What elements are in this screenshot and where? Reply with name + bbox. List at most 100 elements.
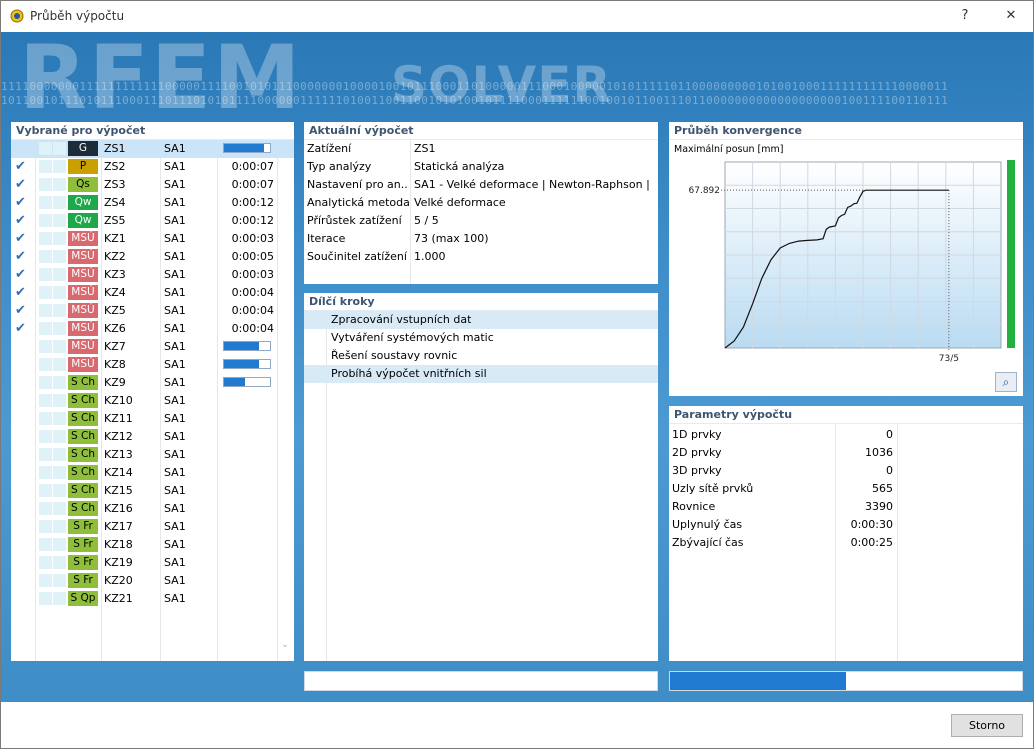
- analysis-set: SA1: [164, 592, 186, 605]
- load-name: KZ13: [104, 448, 133, 461]
- load-row[interactable]: G ZS1 SA1: [11, 140, 294, 158]
- load-row[interactable]: S Ch KZ14 SA1: [11, 464, 294, 482]
- load-row[interactable]: ✔ Qw ZS4 SA1 0:00:12: [11, 194, 294, 212]
- status-square: [53, 484, 66, 497]
- load-category-badge: MSÚ: [68, 321, 98, 336]
- storno-button[interactable]: Storno: [951, 714, 1023, 737]
- load-row[interactable]: ✔ MSÚ KZ4 SA1 0:00:04: [11, 284, 294, 302]
- load-category-badge: S Ch: [68, 375, 98, 390]
- load-progress-bar: [223, 341, 271, 351]
- load-row[interactable]: S Ch KZ16 SA1: [11, 500, 294, 518]
- load-row[interactable]: MSÚ KZ7 SA1: [11, 338, 294, 356]
- param-label: 1D prvky: [672, 428, 722, 441]
- substep-row: Vytváření systémových matic: [304, 329, 658, 347]
- analysis-set: SA1: [164, 574, 186, 587]
- calc-info-value: 1.000: [414, 250, 446, 263]
- load-time: [218, 464, 274, 482]
- close-button[interactable]: ✕: [991, 5, 1031, 27]
- load-row[interactable]: S Fr KZ17 SA1: [11, 518, 294, 536]
- load-row[interactable]: S Ch KZ13 SA1: [11, 446, 294, 464]
- status-square: [53, 232, 66, 245]
- load-time: [218, 554, 274, 572]
- status-square: [39, 160, 52, 173]
- load-category-badge: MSÚ: [68, 249, 98, 264]
- status-square: [39, 376, 52, 389]
- load-row[interactable]: ✔ MSÚ KZ2 SA1 0:00:05: [11, 248, 294, 266]
- load-row[interactable]: S Qp KZ21 SA1: [11, 590, 294, 608]
- help-button[interactable]: ?: [945, 5, 985, 27]
- load-row[interactable]: ✔ MSÚ KZ6 SA1 0:00:04: [11, 320, 294, 338]
- load-category-badge: S Fr: [68, 519, 98, 534]
- status-square: [53, 502, 66, 515]
- load-time: 0:00:05: [231, 250, 274, 263]
- status-square: [53, 142, 66, 155]
- load-row[interactable]: MSÚ KZ8 SA1: [11, 356, 294, 374]
- status-square: [53, 466, 66, 479]
- checkmark-icon: ✔: [15, 231, 26, 246]
- load-name: KZ20: [104, 574, 133, 587]
- calc-info-row: Součinitel zatížení 1.000: [304, 248, 658, 266]
- status-square: [53, 196, 66, 209]
- load-time: 0:00:12: [231, 196, 274, 209]
- load-name: KZ4: [104, 286, 126, 299]
- checkmark-icon: ✔: [15, 267, 26, 282]
- status-square: [39, 196, 52, 209]
- load-row[interactable]: ✔ MSÚ KZ3 SA1 0:00:03: [11, 266, 294, 284]
- checkmark-icon: ✔: [15, 303, 26, 318]
- load-name: KZ2: [104, 250, 126, 263]
- param-label: Zbývající čas: [672, 536, 744, 549]
- substeps-panel: Dílčí kroky Zpracování vstupních dat Vytv…: [304, 293, 658, 661]
- load-name: KZ16: [104, 502, 133, 515]
- param-value: 0: [886, 428, 893, 441]
- load-row[interactable]: S Fr KZ18 SA1: [11, 536, 294, 554]
- load-name: KZ19: [104, 556, 133, 569]
- analysis-set: SA1: [164, 214, 186, 227]
- param-row: 3D prvky 0: [669, 462, 1023, 480]
- status-square: [53, 412, 66, 425]
- load-row[interactable]: S Fr KZ20 SA1: [11, 572, 294, 590]
- status-square: [39, 556, 52, 569]
- load-category-badge: S Fr: [68, 537, 98, 552]
- load-row[interactable]: S Ch KZ15 SA1: [11, 482, 294, 500]
- status-square: [53, 556, 66, 569]
- load-category-badge: MSÚ: [68, 339, 98, 354]
- load-row[interactable]: S Ch KZ12 SA1: [11, 428, 294, 446]
- load-name: KZ15: [104, 484, 133, 497]
- load-name: ZS4: [104, 196, 126, 209]
- window-title: Průběh výpočtu: [30, 9, 125, 23]
- load-row[interactable]: S Ch KZ10 SA1: [11, 392, 294, 410]
- load-category-badge: G: [68, 141, 98, 156]
- analysis-set: SA1: [164, 178, 186, 191]
- zoom-chart-icon[interactable]: ⌕: [995, 372, 1017, 392]
- param-row: 1D prvky 0: [669, 426, 1023, 444]
- load-row[interactable]: ✔ MSÚ KZ5 SA1 0:00:04: [11, 302, 294, 320]
- calc-info-label: Nastavení pro an...: [307, 178, 409, 191]
- load-category-badge: MSÚ: [68, 303, 98, 318]
- load-name: ZS2: [104, 160, 126, 173]
- load-time: 0:00:04: [231, 304, 274, 317]
- load-row[interactable]: ✔ Qw ZS5 SA1 0:00:12: [11, 212, 294, 230]
- calc-info-label: Analytická metoda: [307, 196, 409, 209]
- scroll-down-icon[interactable]: ⌄: [279, 640, 291, 654]
- substep-label: Vytváření systémových matic: [331, 331, 494, 344]
- load-category-badge: MSÚ: [68, 267, 98, 282]
- binary-line-1: 1111000000011111111111100000111100101011…: [1, 80, 949, 93]
- convergence-chart: 67.892 73/5: [689, 160, 1015, 364]
- calc-info-label: Typ analýzy: [307, 160, 372, 173]
- param-row: Rovnice 3390: [669, 498, 1023, 516]
- analysis-set: SA1: [164, 322, 186, 335]
- calc-info-label: Zatížení: [307, 142, 352, 155]
- binary-line-2: 1011001011101011100011101110101011110000…: [1, 94, 949, 107]
- load-row[interactable]: ✔ Qs ZS3 SA1 0:00:07: [11, 176, 294, 194]
- load-row[interactable]: S Ch KZ11 SA1: [11, 410, 294, 428]
- status-square: [53, 214, 66, 227]
- load-row[interactable]: ✔ MSÚ KZ1 SA1 0:00:03: [11, 230, 294, 248]
- load-row[interactable]: ✔ P ZS2 SA1 0:00:07: [11, 158, 294, 176]
- load-row[interactable]: S Fr KZ19 SA1: [11, 554, 294, 572]
- load-time: [218, 392, 274, 410]
- load-progress: [218, 140, 276, 158]
- calc-info-value: SA1 - Velké deformace | Newton-Raphson |…: [414, 178, 654, 191]
- substep-row: Řešení soustavy rovnic: [304, 347, 658, 365]
- load-row[interactable]: S Ch KZ9 SA1: [11, 374, 294, 392]
- analysis-set: SA1: [164, 394, 186, 407]
